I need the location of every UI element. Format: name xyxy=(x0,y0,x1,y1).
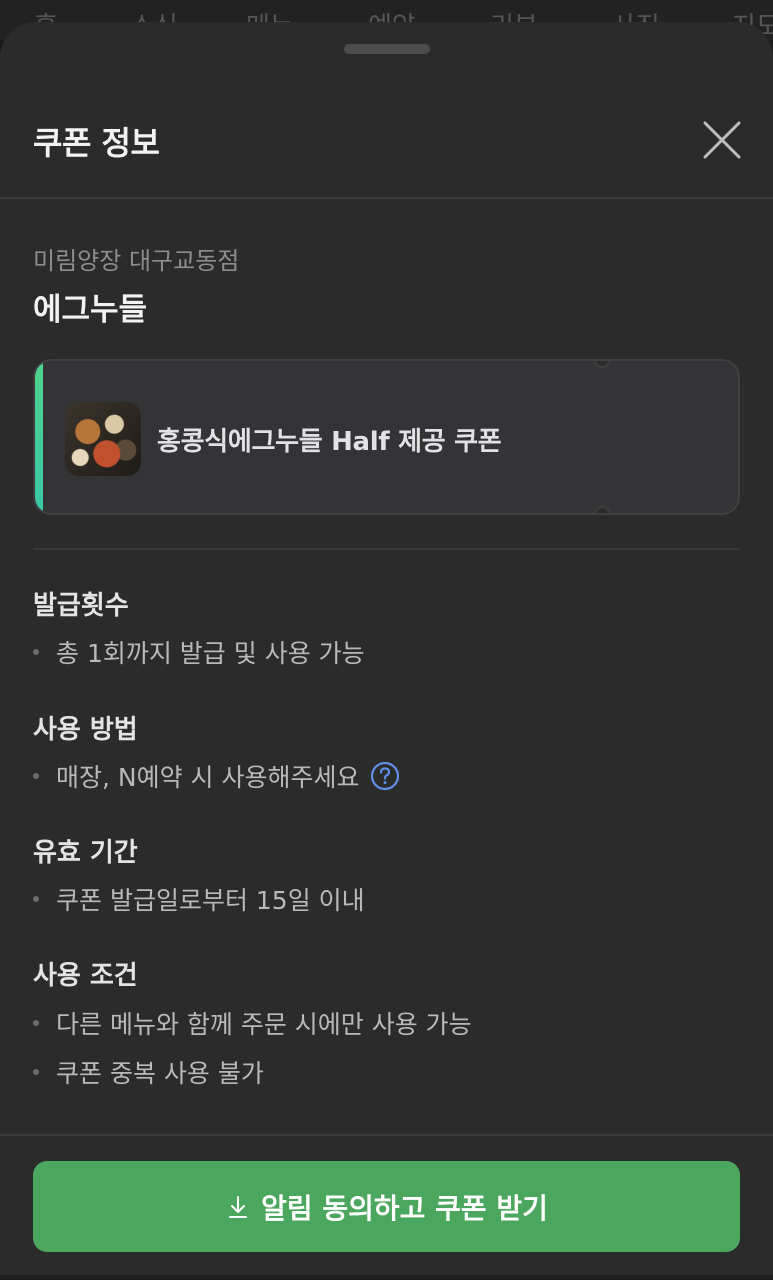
conditions-item: 쿠폰 중복 사용 불가 xyxy=(33,1054,264,1090)
conditions-text-1: 다른 메뉴와 함께 주문 시에만 사용 가능 xyxy=(56,1010,472,1039)
conditions-item: 다른 메뉴와 함께 주문 시에만 사용 가능 xyxy=(33,1005,472,1041)
coupon-food-thumbnail xyxy=(65,402,141,476)
coupon-notch-bottom xyxy=(594,506,610,513)
coupon-label: 홍콩식에그누들 Half 제공 쿠폰 xyxy=(157,427,502,457)
coupon-accent-bar xyxy=(35,361,43,513)
issue-count-item: 총 1회까지 발급 및 사용 가능 xyxy=(33,634,365,670)
store-branch: 미림양장 대구교동점 xyxy=(33,247,240,275)
validity-title: 유효 기간 xyxy=(33,838,138,868)
close-icon xyxy=(703,121,741,159)
close-button[interactable] xyxy=(696,114,748,166)
coupon-info-sheet: 쿠폰 정보 미림양장 대구교동점 에그누들 홍콩식에그누들 Half 제공 쿠폰… xyxy=(0,22,773,1280)
coupon-card: 홍콩식에그누들 Half 제공 쿠폰 xyxy=(33,359,740,515)
conditions-title: 사용 조건 xyxy=(33,961,138,991)
bullet-dot xyxy=(33,1069,39,1075)
coupon-notch-top xyxy=(594,361,610,368)
conditions-text-2: 쿠폰 중복 사용 불가 xyxy=(56,1059,264,1088)
store-name: 에그누들 xyxy=(33,292,148,328)
bullet-dot xyxy=(33,773,39,779)
download-icon xyxy=(229,1195,248,1218)
bullet-dot xyxy=(33,649,39,655)
get-coupon-button[interactable]: 알림 동의하고 쿠폰 받기 xyxy=(33,1161,740,1252)
sheet-title: 쿠폰 정보 xyxy=(33,124,160,162)
usage-method-text: 매장, N예약 시 사용해주세요 xyxy=(56,763,360,792)
sheet-header: 쿠폰 정보 xyxy=(0,22,773,199)
issue-count-title: 발급횟수 xyxy=(33,591,129,621)
bullet-dot xyxy=(33,896,39,902)
section-divider xyxy=(33,548,740,550)
footer-divider xyxy=(0,1134,773,1136)
question-mark-icon[interactable] xyxy=(370,761,400,791)
bullet-dot xyxy=(33,1020,39,1026)
issue-count-text: 총 1회까지 발급 및 사용 가능 xyxy=(56,639,365,668)
validity-text: 쿠폰 발급일로부터 15일 이내 xyxy=(56,886,365,915)
usage-method-item: 매장, N예약 시 사용해주세요 xyxy=(33,758,400,794)
get-coupon-label: 알림 동의하고 쿠폰 받기 xyxy=(261,1191,548,1225)
usage-method-title: 사용 방법 xyxy=(33,715,138,745)
validity-item: 쿠폰 발급일로부터 15일 이내 xyxy=(33,881,365,917)
bottom-edge xyxy=(0,1275,773,1280)
